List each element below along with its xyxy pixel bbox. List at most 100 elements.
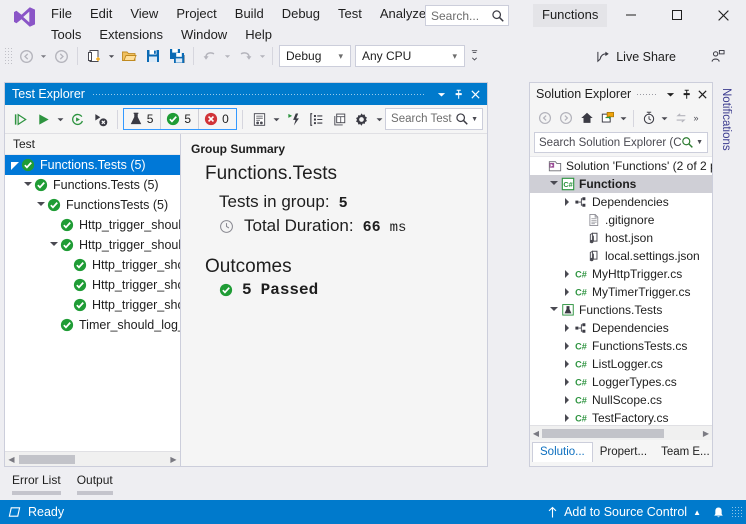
test-tree-row[interactable]: Functions.Tests (5) bbox=[5, 175, 180, 195]
resize-grip[interactable] bbox=[731, 506, 743, 518]
solution-explorer-pin-button[interactable] bbox=[678, 85, 694, 103]
solution-home-button[interactable] bbox=[576, 108, 597, 129]
scroll-thumb[interactable] bbox=[19, 455, 75, 464]
solution-tree-row[interactable]: C#FunctionsTests.cs bbox=[530, 337, 712, 355]
new-project-dropdown[interactable] bbox=[106, 45, 117, 67]
maximize-button[interactable] bbox=[658, 2, 696, 28]
test-tree-row[interactable]: FunctionsTests (5) bbox=[5, 195, 180, 215]
collapse-triangle-icon[interactable] bbox=[8, 155, 21, 175]
solution-back-button[interactable] bbox=[534, 108, 555, 129]
solution-tree-row[interactable]: C#Functions bbox=[530, 175, 712, 193]
test-tree-row[interactable]: Functions.Tests (5) bbox=[5, 155, 180, 175]
solution-tree-row[interactable]: C#MyHttpTrigger.cs bbox=[530, 265, 712, 283]
group-by-button[interactable] bbox=[248, 108, 271, 131]
menu-project[interactable]: Project bbox=[167, 3, 225, 25]
test-tree-hscrollbar[interactable]: ◀ ▶ bbox=[5, 451, 180, 466]
solution-explorer-tab[interactable]: Solutio... bbox=[532, 442, 593, 462]
scroll-thumb[interactable] bbox=[542, 429, 664, 438]
expand-triangle-icon[interactable] bbox=[560, 193, 573, 211]
save-all-button[interactable] bbox=[166, 45, 188, 67]
solution-explorer-tab[interactable]: Propert... bbox=[593, 443, 654, 462]
minimize-button[interactable] bbox=[612, 2, 650, 28]
expand-triangle-icon[interactable] bbox=[560, 265, 573, 283]
solution-tree-row[interactable]: C#LoggerTypes.cs bbox=[530, 373, 712, 391]
test-options-dropdown[interactable] bbox=[373, 108, 385, 131]
menu-test[interactable]: Test bbox=[329, 3, 371, 25]
solution-tree-hscrollbar[interactable]: ◀ ▶ bbox=[530, 425, 712, 440]
collapse-triangle-icon[interactable] bbox=[547, 175, 560, 193]
columns-button[interactable] bbox=[328, 108, 351, 131]
sync-with-active-document-button[interactable] bbox=[670, 108, 691, 129]
test-tree-row[interactable]: Http_trigger_sho bbox=[5, 295, 180, 315]
menu-file[interactable]: File bbox=[42, 3, 81, 25]
pending-changes-filter-button[interactable] bbox=[638, 108, 659, 129]
toolbar-overflow-button[interactable] bbox=[469, 45, 480, 67]
notifications-rail[interactable]: Notifications bbox=[714, 82, 738, 202]
test-tree-row[interactable]: Http_trigger_shoul bbox=[5, 215, 180, 235]
collapse-triangle-icon[interactable] bbox=[47, 235, 60, 255]
bottom-tab[interactable]: Error List bbox=[4, 471, 69, 495]
solution-platform-combo[interactable]: Any CPU ▾ bbox=[355, 45, 465, 67]
test-search-input[interactable]: Search Test E ▼ bbox=[385, 108, 483, 130]
menu-edit[interactable]: Edit bbox=[81, 3, 121, 25]
menu-build[interactable]: Build bbox=[226, 3, 273, 25]
test-tree-row[interactable]: Http_trigger_shoul bbox=[5, 235, 180, 255]
panel-drag-dots[interactable] bbox=[92, 87, 426, 101]
quick-launch-search[interactable]: Search... bbox=[425, 5, 509, 26]
expand-triangle-icon[interactable] bbox=[560, 409, 573, 425]
scroll-left-arrow-icon[interactable]: ◀ bbox=[530, 429, 542, 438]
scroll-right-arrow-icon[interactable]: ▶ bbox=[167, 455, 180, 464]
redo-dropdown[interactable] bbox=[257, 45, 268, 67]
pending-changes-dropdown[interactable] bbox=[659, 108, 670, 129]
undo-dropdown[interactable] bbox=[222, 45, 233, 67]
add-to-source-control-button[interactable]: Add to Source Control ▲ bbox=[543, 505, 705, 519]
navigate-forward-button[interactable] bbox=[50, 45, 72, 67]
expand-triangle-icon[interactable] bbox=[560, 319, 573, 337]
solution-search-dropdown[interactable]: ▼ bbox=[694, 139, 705, 146]
test-tree[interactable]: Functions.Tests (5)Functions.Tests (5)Fu… bbox=[5, 155, 180, 451]
solution-tree-row[interactable]: Functions.Tests bbox=[530, 301, 712, 319]
test-column-header[interactable]: Test bbox=[5, 134, 180, 155]
test-tree-row[interactable]: Timer_should_log_ bbox=[5, 315, 180, 335]
solution-tree-row[interactable]: Dependencies bbox=[530, 193, 712, 211]
navigate-backward-button[interactable] bbox=[15, 45, 37, 67]
menu-view[interactable]: View bbox=[121, 3, 167, 25]
collapse-triangle-icon[interactable] bbox=[21, 175, 34, 195]
solution-configuration-combo[interactable]: Debug ▾ bbox=[279, 45, 351, 67]
save-button[interactable] bbox=[142, 45, 164, 67]
expand-triangle-icon[interactable] bbox=[560, 283, 573, 301]
run-tests-button[interactable] bbox=[32, 108, 55, 131]
solution-tree-row[interactable]: Solution 'Functions' (2 of 2 p bbox=[530, 157, 712, 175]
repeat-last-run-button[interactable] bbox=[66, 108, 89, 131]
new-project-button[interactable] bbox=[83, 45, 105, 67]
redo-button[interactable] bbox=[234, 45, 256, 67]
run-all-tests-button[interactable] bbox=[9, 108, 32, 131]
group-by-dropdown[interactable] bbox=[270, 108, 282, 131]
counter-failed[interactable]: 0 bbox=[199, 109, 236, 129]
close-button[interactable] bbox=[704, 2, 742, 28]
notifications-bell-button[interactable] bbox=[705, 506, 731, 519]
collapse-triangle-icon[interactable] bbox=[547, 301, 560, 319]
cancel-run-button[interactable] bbox=[89, 108, 112, 131]
solution-explorer-menu-button[interactable] bbox=[662, 85, 678, 103]
counter-total[interactable]: 5 bbox=[124, 109, 162, 129]
test-options-button[interactable] bbox=[350, 108, 373, 131]
switch-views-button[interactable] bbox=[597, 108, 618, 129]
expand-triangle-icon[interactable] bbox=[560, 337, 573, 355]
solution-tree[interactable]: Solution 'Functions' (2 of 2 pC#Function… bbox=[530, 156, 712, 425]
solution-tree-row[interactable]: Dependencies bbox=[530, 319, 712, 337]
scroll-right-arrow-icon[interactable]: ▶ bbox=[700, 429, 712, 438]
expand-triangle-icon[interactable] bbox=[560, 373, 573, 391]
test-explorer-pin-button[interactable] bbox=[450, 85, 467, 103]
navigate-backward-dropdown[interactable] bbox=[38, 45, 49, 67]
test-explorer-menu-button[interactable] bbox=[433, 85, 450, 103]
solution-tree-row[interactable]: C#ListLogger.cs bbox=[530, 355, 712, 373]
solution-explorer-close-button[interactable] bbox=[694, 85, 710, 103]
bottom-tab[interactable]: Output bbox=[69, 471, 121, 495]
solution-explorer-tab[interactable]: Team E... bbox=[654, 443, 717, 462]
solution-tree-row[interactable]: C#NullScope.cs bbox=[530, 391, 712, 409]
solution-tree-row[interactable]: C#TestFactory.cs bbox=[530, 409, 712, 425]
live-share-button[interactable]: Live Share bbox=[592, 46, 680, 67]
solution-forward-button[interactable] bbox=[555, 108, 576, 129]
test-explorer-close-button[interactable] bbox=[467, 85, 484, 103]
